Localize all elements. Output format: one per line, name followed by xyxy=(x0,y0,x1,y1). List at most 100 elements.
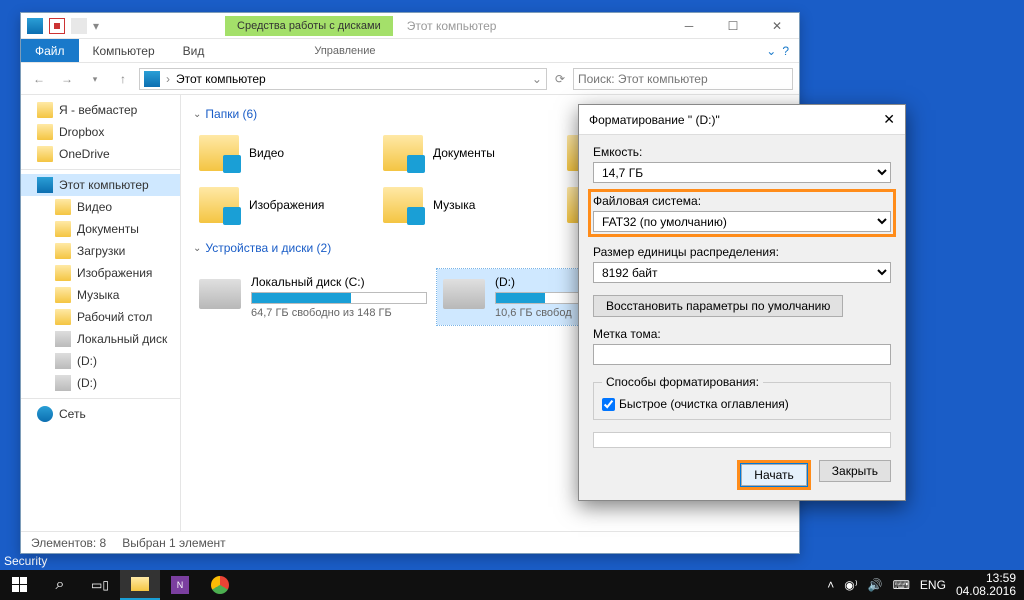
nav-item[interactable]: Изображения xyxy=(21,262,180,284)
search-taskbar-button[interactable]: ⌕ xyxy=(40,570,80,600)
language-indicator[interactable]: ENG xyxy=(920,578,946,592)
volume-label-label: Метка тома: xyxy=(593,327,891,341)
nav-item-label: Dropbox xyxy=(59,125,104,139)
task-view-icon: ▭▯ xyxy=(91,578,109,592)
quick-format-checkbox[interactable]: Быстрое (очистка оглавления) xyxy=(602,397,882,411)
folder-icon xyxy=(199,187,239,223)
tray-expand-icon[interactable]: ˄ xyxy=(827,578,834,592)
window-title: Этот компьютер xyxy=(407,19,497,33)
nav-item[interactable]: OneDrive xyxy=(21,143,180,165)
format-dialog: Форматирование " (D:)" ✕ Емкость: 14,7 Г… xyxy=(578,104,906,501)
capacity-select[interactable]: 14,7 ГБ xyxy=(593,162,891,183)
quick-format-input[interactable] xyxy=(602,398,615,411)
filesystem-highlight: Файловая система: FAT32 (по умолчанию) xyxy=(588,189,896,237)
nav-item-label: Сеть xyxy=(59,407,86,421)
nav-item[interactable]: Локальный диск xyxy=(21,328,180,350)
qat-properties-icon[interactable] xyxy=(49,18,65,34)
nav-item[interactable]: Сеть xyxy=(21,403,180,425)
address-text: Этот компьютер xyxy=(176,72,266,86)
forward-button[interactable]: → xyxy=(55,67,79,91)
folder-item[interactable]: Музыка xyxy=(377,181,557,229)
nav-item-label: Загрузки xyxy=(77,244,125,258)
close-button[interactable]: ✕ xyxy=(755,13,799,39)
address-bar[interactable]: › Этот компьютер ⌄ xyxy=(139,68,547,90)
dialog-titlebar: Форматирование " (D:)" ✕ xyxy=(579,105,905,135)
volume-label-input[interactable] xyxy=(593,344,891,365)
folder-item[interactable]: Документы xyxy=(377,129,557,177)
restore-defaults-button[interactable]: Восстановить параметры по умолчанию xyxy=(593,295,843,317)
nav-item[interactable]: Видео xyxy=(21,196,180,218)
start-button[interactable]: Начать xyxy=(741,464,807,486)
chrome-icon xyxy=(211,576,229,594)
nav-item-label: (D:) xyxy=(77,354,97,368)
explorer-icon xyxy=(131,577,149,591)
address-bar-row: ← → ▾ ↑ › Этот компьютер ⌄ ⟳ xyxy=(21,63,799,95)
close-button[interactable]: Закрыть xyxy=(819,460,891,482)
keyboard-icon[interactable]: ⌨ xyxy=(893,578,910,592)
nav-item[interactable]: (D:) xyxy=(21,350,180,372)
nav-item-icon xyxy=(37,124,53,140)
up-button[interactable]: ↑ xyxy=(111,67,135,91)
quick-format-label: Быстрое (очистка оглавления) xyxy=(619,397,789,411)
nav-item-label: Видео xyxy=(77,200,112,214)
ribbon-tab-view[interactable]: Вид xyxy=(169,39,219,62)
dialog-title: Форматирование " (D:)" xyxy=(589,113,720,127)
wifi-icon[interactable]: ◉⁾ xyxy=(844,578,857,592)
ribbon: Файл Компьютер Вид Управление ⌄ ? xyxy=(21,39,799,63)
minimize-button[interactable]: ─ xyxy=(667,13,711,39)
nav-item-icon xyxy=(55,331,71,347)
nav-item[interactable]: Этот компьютер xyxy=(21,174,180,196)
nav-item[interactable]: Документы xyxy=(21,218,180,240)
folder-item[interactable]: Видео xyxy=(193,129,373,177)
nav-item[interactable]: Музыка xyxy=(21,284,180,306)
task-view-button[interactable]: ▭▯ xyxy=(80,570,120,600)
folder-item[interactable]: Изображения xyxy=(193,181,373,229)
folder-icon xyxy=(383,187,423,223)
taskbar-clock[interactable]: 13:59 04.08.2016 xyxy=(956,572,1016,598)
maximize-button[interactable]: ☐ xyxy=(711,13,755,39)
nav-item-label: Локальный диск xyxy=(77,332,167,346)
nav-item-label: (D:) xyxy=(77,376,97,390)
nav-item-label: Документы xyxy=(77,222,139,236)
filesystem-label: Файловая система: xyxy=(593,194,891,208)
drive-item[interactable]: Локальный диск (C:) 64,7 ГБ свободно из … xyxy=(193,269,433,325)
nav-item[interactable]: Я - вебмастер xyxy=(21,99,180,121)
nav-item-icon xyxy=(55,243,71,259)
security-label: Security xyxy=(4,554,47,568)
contextual-tab[interactable]: Средства работы с дисками xyxy=(225,16,393,36)
start-button[interactable] xyxy=(0,570,40,600)
ribbon-tab-manage[interactable]: Управление xyxy=(300,39,389,62)
nav-item-icon xyxy=(37,406,53,422)
nav-item[interactable]: Загрузки xyxy=(21,240,180,262)
nav-item-icon xyxy=(55,199,71,215)
allocation-select[interactable]: 8192 байт xyxy=(593,262,891,283)
clock-date: 04.08.2016 xyxy=(956,585,1016,598)
nav-item[interactable]: (D:) xyxy=(21,372,180,394)
status-bar: Элементов: 8 Выбран 1 элемент xyxy=(21,531,799,553)
history-dropdown[interactable]: ▾ xyxy=(83,67,107,91)
taskbar-onenote[interactable]: N xyxy=(160,570,200,600)
refresh-icon[interactable]: ⟳ xyxy=(551,72,569,86)
nav-item-icon xyxy=(55,221,71,237)
navigation-pane: Я - вебмастер Dropbox OneDrive Этот компьют… xyxy=(21,95,181,531)
taskbar-explorer[interactable] xyxy=(120,570,160,600)
nav-item[interactable]: Рабочий стол xyxy=(21,306,180,328)
volume-icon[interactable]: 🔊 xyxy=(868,578,883,592)
nav-item-label: OneDrive xyxy=(59,147,110,161)
nav-item[interactable]: Dropbox xyxy=(21,121,180,143)
qat-dropdown-icon[interactable]: ▾ xyxy=(93,19,99,33)
help-icon[interactable]: ? xyxy=(782,44,789,58)
taskbar-chrome[interactable] xyxy=(200,570,240,600)
qat-new-folder-icon[interactable] xyxy=(71,18,87,34)
filesystem-select[interactable]: FAT32 (по умолчанию) xyxy=(593,211,891,232)
drive-usage-bar xyxy=(251,292,427,304)
search-input[interactable] xyxy=(573,68,793,90)
back-button[interactable]: ← xyxy=(27,67,51,91)
status-items: Элементов: 8 xyxy=(31,536,106,550)
drive-free-text: 64,7 ГБ свободно из 148 ГБ xyxy=(251,307,427,319)
file-tab[interactable]: Файл xyxy=(21,39,79,62)
dialog-close-icon[interactable]: ✕ xyxy=(883,111,895,128)
this-pc-icon xyxy=(144,71,160,87)
ribbon-expand-icon[interactable]: ⌄ xyxy=(766,44,776,58)
ribbon-tab-computer[interactable]: Компьютер xyxy=(79,39,169,62)
